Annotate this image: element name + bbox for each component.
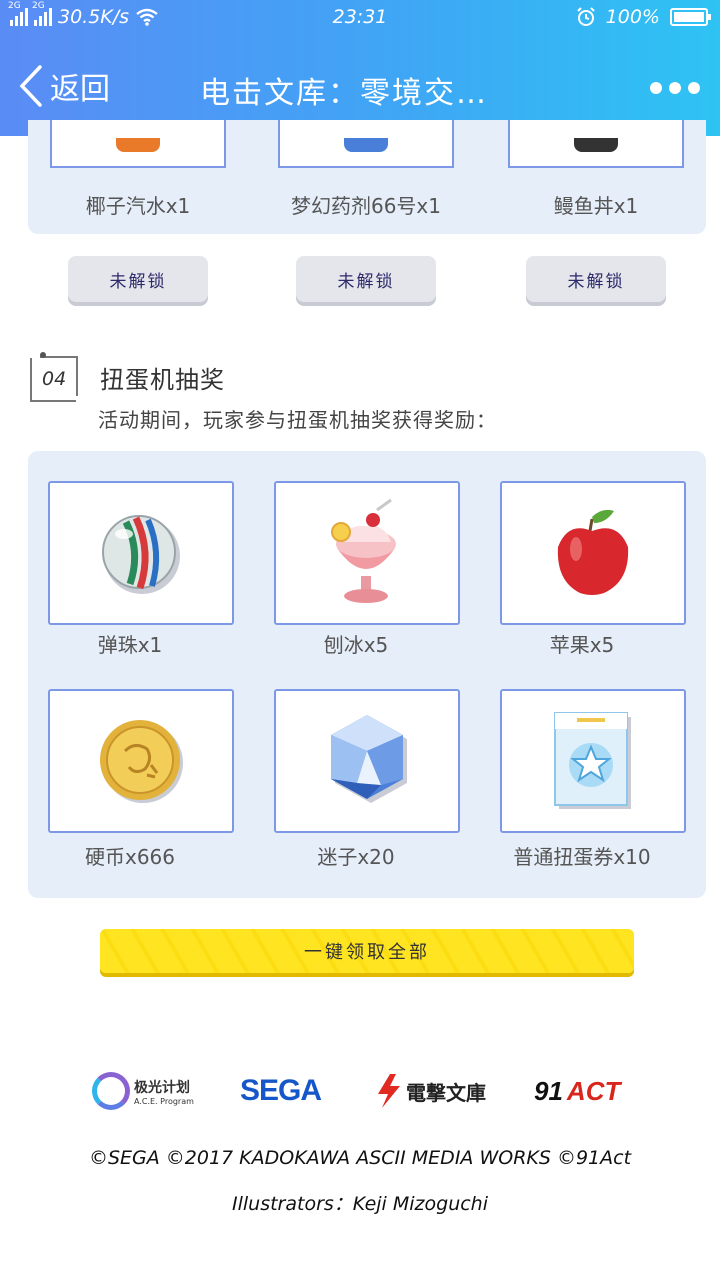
reward-card: [274, 481, 460, 625]
sega-logo: SEGA: [240, 1074, 322, 1107]
coin-icon: [100, 720, 183, 803]
alarm-icon: [576, 7, 595, 26]
coconut-soda-icon: [116, 138, 160, 152]
reward-name: 梦幻药剂66号x1: [290, 194, 441, 218]
gacha-reward-panel: 弹珠x1 刨冰x5 苹果x5 硬币x666 迷子x20 普通扭蛋券x10: [28, 451, 706, 898]
status-bar: 2G 2G 30.5K/s 23:31 100%: [0, 0, 720, 36]
reward-name: 迷子x20: [317, 845, 395, 869]
reward-name: 苹果x5: [549, 633, 615, 657]
locked-button[interactable]: 未解锁: [296, 256, 436, 302]
crystal-icon: [331, 715, 407, 803]
reward-card: [48, 481, 234, 625]
section-number-badge: 04: [30, 352, 78, 402]
locked-button[interactable]: 未解锁: [68, 256, 208, 302]
reward-card: [500, 481, 686, 625]
claim-all-button[interactable]: 一键领取全部: [100, 929, 634, 973]
reward-name: 弹珠x1: [97, 633, 163, 657]
gacha-ticket-icon: [554, 712, 631, 809]
reward-card: [48, 689, 234, 833]
reward-card: [278, 120, 454, 168]
ace-logo-subtext: A.C.E. Program: [134, 1096, 194, 1106]
reward-card: [508, 120, 684, 168]
91act-number: 91: [534, 1075, 563, 1106]
reward-name: 椰子汽水x1: [85, 194, 191, 218]
chevron-left-icon: [19, 65, 42, 107]
more-dot-icon: [688, 82, 700, 94]
back-label: 返回: [50, 72, 110, 107]
91act-logo: 91 ACT: [534, 1068, 620, 1114]
shaved-ice-icon: [331, 498, 396, 603]
section-description: 活动期间，玩家参与扭蛋机抽奖获得奖励：: [98, 408, 497, 432]
page-title: 电击文库：零境交…: [200, 76, 488, 111]
illustrators-text: Illustrators：Keji Mizoguchi: [232, 1193, 488, 1215]
apple-icon: [557, 509, 629, 595]
battery-icon: [670, 8, 711, 26]
reward-card: [274, 689, 460, 833]
ace-ring-icon: [92, 1072, 130, 1110]
more-dot-icon: [650, 82, 662, 94]
dengeki-logo: 電撃文庫: [376, 1068, 486, 1114]
reward-card: [500, 689, 686, 833]
copyright-text: ©SEGA ©2017 KADOKAWA ASCII MEDIA WORKS ©…: [88, 1147, 632, 1169]
locked-button[interactable]: 未解锁: [526, 256, 666, 302]
section-title: 扭蛋机抽奖: [100, 366, 225, 394]
reward-name: 普通扭蛋券x10: [513, 845, 651, 869]
reward-panel-previous: 椰子汽水x1 梦幻药剂66号x1 鳗鱼丼x1: [28, 120, 706, 234]
more-dot-icon: [669, 82, 681, 94]
marble-icon: [102, 515, 180, 594]
reward-card: [50, 120, 226, 168]
footer-logos: 极光计划 A.C.E. Program SEGA 電撃文庫 91 ACT: [0, 1068, 720, 1114]
eel-bowl-icon: [574, 138, 618, 152]
ace-logo-text: 极光计划: [134, 1079, 190, 1096]
header: 返回 电击文库：零境交…: [0, 56, 720, 120]
potion-icon: [344, 138, 388, 152]
reward-name: 硬币x666: [84, 845, 175, 869]
dengeki-logo-text: 電撃文庫: [406, 1080, 486, 1105]
status-right: 100%: [576, 6, 711, 28]
91act-text: ACT: [566, 1075, 621, 1106]
reward-name: 刨冰x5: [323, 633, 389, 657]
battery-percent: 100%: [605, 6, 660, 28]
top-bar: 2G 2G 30.5K/s 23:31 100% 返回 电击文库：零境交…: [0, 0, 720, 136]
back-button[interactable]: 返回: [18, 64, 110, 108]
more-menu-button[interactable]: [650, 82, 700, 94]
reward-name: 鳗鱼丼x1: [553, 194, 639, 218]
lightning-icon: [378, 1074, 400, 1108]
ace-program-logo: 极光计划 A.C.E. Program: [92, 1068, 194, 1114]
